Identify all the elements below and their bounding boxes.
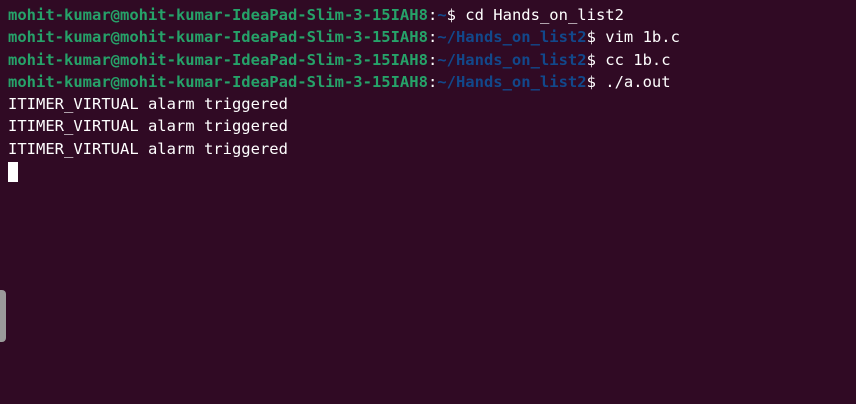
terminal-window[interactable]: mohit-kumar@mohit-kumar-IdeaPad-Slim-3-1… <box>0 0 856 404</box>
prompt-colon: : <box>427 28 438 47</box>
prompt-path: ~ <box>437 6 447 24</box>
prompt-path: ~/Hands_on_list2 <box>437 28 587 47</box>
cursor-line[interactable] <box>8 160 856 182</box>
prompt-colon: : <box>427 50 438 69</box>
scrollbar-handle[interactable] <box>0 290 6 342</box>
prompt-user-host: mohit-kumar@mohit-kumar-IdeaPad-Slim-3-1… <box>8 6 428 24</box>
output-line: ITIMER_VIRTUAL alarm triggered <box>8 95 288 114</box>
command-text: cd Hands_on_list2 <box>465 6 624 24</box>
output-line: ITIMER_VIRTUAL alarm triggered <box>8 117 288 136</box>
command-line: mohit-kumar@mohit-kumar-IdeaPad-Slim-3-1… <box>8 4 856 26</box>
prompt-user-host: mohit-kumar@mohit-kumar-IdeaPad-Slim-3-1… <box>8 28 428 47</box>
prompt-dollar: $ <box>446 6 466 24</box>
command-text: ./a.out <box>605 72 671 91</box>
command-text: cc 1b.c <box>605 50 671 69</box>
command-line: mohit-kumar@mohit-kumar-IdeaPad-Slim-3-1… <box>8 71 856 93</box>
prompt-colon: : <box>427 6 438 24</box>
prompt-user-host: mohit-kumar@mohit-kumar-IdeaPad-Slim-3-1… <box>8 50 428 69</box>
prompt-dollar: $ <box>586 28 606 47</box>
command-line: mohit-kumar@mohit-kumar-IdeaPad-Slim-3-1… <box>8 26 856 48</box>
prompt-dollar: $ <box>586 72 606 91</box>
text-cursor <box>8 161 18 182</box>
prompt-dollar: $ <box>586 50 606 69</box>
command-text: vim 1b.c <box>605 28 680 47</box>
prompt-path: ~/Hands_on_list2 <box>437 50 587 69</box>
prompt-colon: : <box>427 72 438 91</box>
output-line: ITIMER_VIRTUAL alarm triggered <box>8 139 288 158</box>
prompt-user-host: mohit-kumar@mohit-kumar-IdeaPad-Slim-3-1… <box>8 72 428 91</box>
prompt-path: ~/Hands_on_list2 <box>437 72 587 91</box>
command-line: mohit-kumar@mohit-kumar-IdeaPad-Slim-3-1… <box>8 49 856 71</box>
